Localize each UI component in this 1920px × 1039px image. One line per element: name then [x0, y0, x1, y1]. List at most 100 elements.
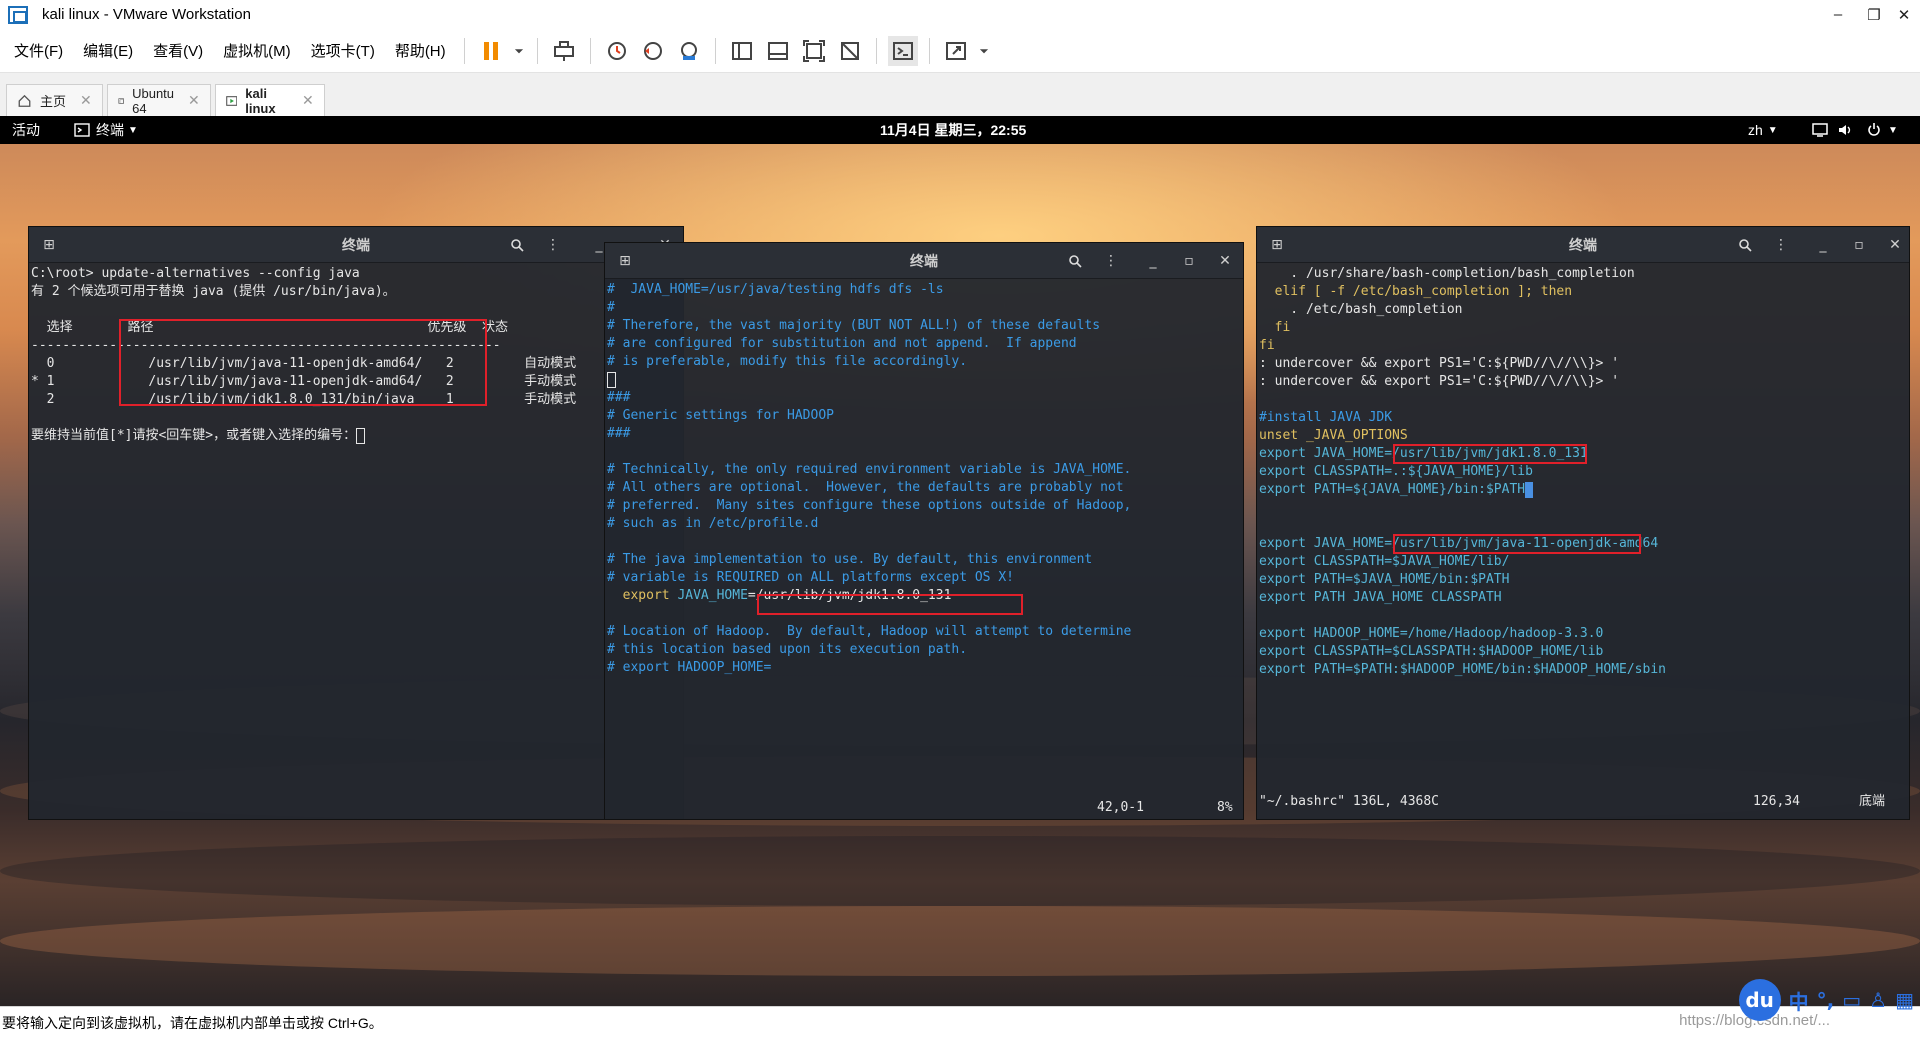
- menu-help[interactable]: 帮助(H): [385, 40, 456, 61]
- ime-mode-label[interactable]: 中: [1789, 986, 1809, 1015]
- terminal-window-hadoop-env[interactable]: ⊞ 终端 ⋮ _ ▫ ✕ # JAVA_HOME=/usr/java/testi…: [604, 242, 1244, 820]
- menu-file[interactable]: 文件(F): [4, 40, 73, 61]
- sidebar-view-icon[interactable]: [727, 36, 757, 66]
- thumbnail-view-icon[interactable]: [763, 36, 793, 66]
- baidu-ime-logo-icon[interactable]: du: [1738, 979, 1781, 1021]
- punctuation-icon[interactable]: °,: [1817, 988, 1835, 1012]
- vim-line: : undercover && export PS1='C:${PWD//\//…: [1259, 374, 1620, 389]
- clock[interactable]: 11月4日 星期三，22:55: [880, 120, 1026, 140]
- maximize-icon[interactable]: ▫: [1845, 231, 1873, 259]
- vim-line: export CLASSPATH=.:${JAVA_HOME}/lib: [1259, 464, 1533, 479]
- power-icon[interactable]: ▼: [1866, 123, 1898, 137]
- vim-line: [607, 443, 1241, 461]
- vmware-logo-icon: [8, 5, 28, 24]
- search-icon[interactable]: [1061, 247, 1089, 275]
- terminal-window-alternatives[interactable]: ⊞ 终端 ⋮ _ ▫ ✕ C:\root> update-alternative…: [28, 226, 684, 820]
- close-icon[interactable]: ✕: [302, 92, 314, 109]
- new-tab-icon[interactable]: ⊞: [1263, 231, 1291, 259]
- tab-kali-linux[interactable]: kali linux ✕: [214, 84, 325, 116]
- menu-tabs[interactable]: 选项卡(T): [301, 40, 385, 61]
- gnome-top-bar: 活动 终端 ▼ 11月4日 星期三，22:55 zh ▼ ▼: [0, 116, 1920, 144]
- vim-line: #: [607, 300, 615, 315]
- menu-edit[interactable]: 编辑(E): [73, 40, 143, 61]
- snapshot-manager-icon[interactable]: [674, 36, 704, 66]
- new-tab-icon[interactable]: ⊞: [611, 247, 639, 275]
- close-icon[interactable]: ✕: [80, 92, 92, 109]
- vim-line: # preferred. Many sites configure these …: [607, 498, 1132, 513]
- terminal-prompt: 要维持当前值[*]请按<回车键>，或者键入选择的编号：: [31, 428, 357, 443]
- vim-line: # The java implementation to use. By def…: [607, 552, 1093, 567]
- terminal-headerbar: ⊞ 终端 ⋮ _ ▫ ✕: [1257, 227, 1909, 263]
- terminal-headerbar: ⊞ 终端 ⋮ _ ▫ ✕: [605, 243, 1243, 279]
- vim-line: fi: [1259, 338, 1275, 353]
- volume-icon[interactable]: [1838, 123, 1854, 137]
- terminal-window-bashrc[interactable]: ⊞ 终端 ⋮ _ ▫ ✕ . /usr/share/bash-completio…: [1256, 226, 1910, 820]
- terminal-line: C:\root> update-alternatives --config ja…: [31, 266, 360, 281]
- user-icon[interactable]: ♙: [1869, 988, 1887, 1012]
- text-cursor: [356, 427, 366, 444]
- vmware-status-bar: 要将输入定向到该虚拟机，请在虚拟机内部单击或按 Ctrl+G。: [0, 1006, 1920, 1039]
- activities-button[interactable]: 活动: [12, 120, 40, 140]
- revert-snapshot-icon[interactable]: [638, 36, 668, 66]
- menu-icon[interactable]: ⋮: [1767, 231, 1795, 259]
- vim-line: export HADOOP_HOME=/home/Hadoop/hadoop-3…: [1259, 626, 1604, 641]
- app-menu-label: 终端: [96, 122, 124, 138]
- terminal-headerbar: ⊞ 终端 ⋮ _ ▫ ✕: [29, 227, 683, 263]
- vim-line: export PATH=$PATH:$HADOOP_HOME/bin:$HADO…: [1259, 662, 1666, 677]
- menu-icon[interactable]: ⋮: [539, 231, 567, 259]
- grid-icon[interactable]: ▦: [1895, 988, 1914, 1012]
- vim-line: [607, 533, 1241, 551]
- search-icon[interactable]: [503, 231, 531, 259]
- maximize-icon[interactable]: ▫: [1175, 247, 1203, 275]
- language-indicator[interactable]: zh ▼: [1748, 122, 1778, 138]
- app-menu[interactable]: 终端 ▼: [74, 120, 138, 140]
- close-icon[interactable]: ✕: [188, 92, 200, 109]
- vim-line: [1259, 607, 1907, 625]
- keyboard-icon[interactable]: ▭: [1842, 988, 1861, 1012]
- menu-toolbar: 文件(F) 编辑(E) 查看(V) 虚拟机(M) 选项卡(T) 帮助(H): [0, 29, 1920, 73]
- close-icon[interactable]: ✕: [1211, 247, 1239, 275]
- menu-icon[interactable]: ⋮: [1097, 247, 1125, 275]
- chevron-down-icon[interactable]: [512, 36, 526, 66]
- display-icon[interactable]: [1812, 123, 1828, 137]
- vim-line: # Technically, the only required environ…: [607, 462, 1132, 477]
- stretch-guest-icon[interactable]: [941, 36, 971, 66]
- console-view-icon[interactable]: [887, 35, 918, 66]
- highlight-box: [1393, 534, 1641, 554]
- unity-view-icon[interactable]: [835, 36, 865, 66]
- menu-view[interactable]: 查看(V): [143, 40, 213, 61]
- language-label: zh: [1748, 122, 1763, 138]
- minimize-icon[interactable]: _: [1809, 231, 1837, 259]
- search-icon[interactable]: [1731, 231, 1759, 259]
- snapshot-icon[interactable]: [602, 36, 632, 66]
- vim-line: export PATH=${JAVA_HOME}/bin:$PATH: [1259, 482, 1526, 497]
- vim-line: # are configured for substitution and no…: [607, 336, 1077, 351]
- close-button[interactable]: ✕: [1886, 0, 1920, 29]
- send-ctrl-alt-del-icon[interactable]: [549, 36, 579, 66]
- vim-line: fi: [1259, 320, 1291, 335]
- tab-ubuntu[interactable]: Ubuntu 64 ✕: [106, 84, 211, 116]
- vim-line: # All others are optional. However, the …: [607, 480, 1124, 495]
- new-tab-icon[interactable]: ⊞: [35, 231, 63, 259]
- text-cursor: [607, 371, 616, 388]
- highlight-box: [119, 319, 487, 406]
- minimize-icon[interactable]: _: [1139, 247, 1167, 275]
- close-icon[interactable]: ✕: [1881, 231, 1909, 259]
- vim-buffer[interactable]: . /usr/share/bash-completion/bash_comple…: [1257, 263, 1909, 681]
- menu-vm[interactable]: 虚拟机(M): [213, 40, 301, 61]
- vim-line-with-cursor: [607, 371, 1241, 389]
- chevron-down-icon[interactable]: [977, 36, 991, 66]
- guest-screen[interactable]: 活动 终端 ▼ 11月4日 星期三，22:55 zh ▼ ▼ ⊞ 终端 ⋮ _ …: [0, 116, 1920, 1006]
- fullscreen-icon[interactable]: [799, 36, 829, 66]
- pause-icon[interactable]: [476, 36, 506, 66]
- minimize-button[interactable]: –: [1820, 0, 1856, 29]
- tab-home[interactable]: 主页 ✕: [6, 84, 103, 116]
- terminal-prompt-line: 要维持当前值[*]请按<回车键>，或者键入选择的编号：: [31, 427, 681, 445]
- vim-line: : undercover && export PS1='C:${PWD//\//…: [1259, 356, 1620, 371]
- vim-line: # this location based upon its execution…: [607, 642, 968, 657]
- vim-line: ###: [607, 426, 631, 441]
- tab-label: Ubuntu 64: [132, 85, 175, 116]
- text-cursor: [1525, 481, 1534, 498]
- vim-line: elif [ -f /etc/bash_completion ]; then: [1259, 284, 1573, 299]
- vim-buffer[interactable]: # JAVA_HOME=/usr/java/testing hdfs dfs -…: [605, 279, 1243, 679]
